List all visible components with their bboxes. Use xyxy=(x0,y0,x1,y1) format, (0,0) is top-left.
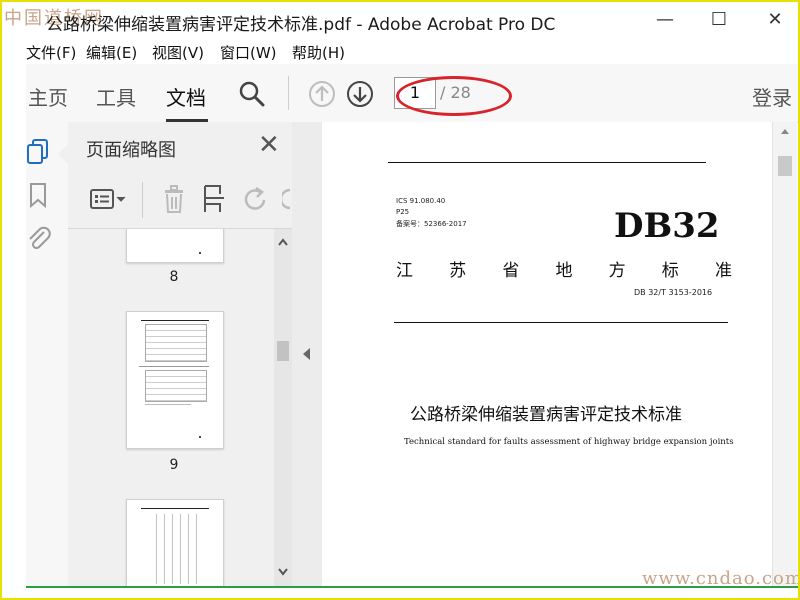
menu-window[interactable]: 窗口(W) xyxy=(220,42,277,63)
app-window: 中国道桥网 公路桥梁伸缩装置病害评定技术标准.pdf - Adobe Acrob… xyxy=(0,0,800,600)
thumbnail-scrollbar[interactable] xyxy=(274,229,292,588)
panel-title: 页面缩略图 xyxy=(86,140,176,161)
next-page-icon[interactable] xyxy=(346,80,374,108)
close-window-button[interactable]: ✕ xyxy=(752,6,798,32)
login-button[interactable]: 登录 xyxy=(752,82,792,111)
rotate-icon[interactable] xyxy=(242,186,272,214)
thumbnail-panel: 页面缩略图 ✕ 8 9 xyxy=(58,122,293,588)
bookmark-icon[interactable] xyxy=(28,182,50,210)
more-tools-icon[interactable] xyxy=(282,186,292,214)
menu-edit[interactable]: 编辑(E) xyxy=(86,42,137,63)
main-toolbar: 主页 工具 文档 1 / 28 登录 xyxy=(26,64,798,123)
options-menu-icon[interactable] xyxy=(90,188,130,212)
thumbnail-label-8: 8 xyxy=(169,269,179,285)
doc-scroll-up-icon[interactable] xyxy=(779,126,791,136)
document-page: ICS 91.080.40 P25 备案号：52366-2017 DB32 江 … xyxy=(322,122,772,588)
minimize-button[interactable]: — xyxy=(642,6,688,32)
thumbnail-page-8[interactable] xyxy=(126,229,224,263)
page-thumbnails-icon[interactable] xyxy=(26,138,50,166)
region-char: 苏 xyxy=(449,261,467,281)
extract-pages-icon[interactable] xyxy=(202,184,228,214)
thumbnail-page-10[interactable] xyxy=(126,499,224,588)
collapse-arrow-icon[interactable] xyxy=(300,346,312,362)
thumbnail-label-9: 9 xyxy=(169,457,179,473)
scroll-down-icon[interactable] xyxy=(277,567,289,577)
doc-scroll-thumb[interactable] xyxy=(778,156,792,176)
watermark-bottom: www.cndao.com xyxy=(642,568,800,589)
region-char: 地 xyxy=(555,261,573,281)
title-bar: 中国道桥网 公路桥梁伸缩装置病害评定技术标准.pdf - Adobe Acrob… xyxy=(2,2,798,38)
toolbar-separator xyxy=(288,76,289,110)
tab-document[interactable]: 文档 xyxy=(166,82,206,111)
window-title: 公路桥梁伸缩装置病害评定技术标准.pdf - Adobe Acrobat Pro… xyxy=(46,15,556,35)
p-code: P25 xyxy=(396,208,410,216)
menu-view[interactable]: 视图(V) xyxy=(152,42,204,63)
panel-pointer xyxy=(58,144,68,164)
region-char: 方 xyxy=(608,261,626,281)
left-rail xyxy=(26,122,69,588)
ics-code: ICS 91.080.40 xyxy=(396,197,446,205)
tab-tools[interactable]: 工具 xyxy=(96,82,136,111)
menu-file[interactable]: 文件(F) xyxy=(26,42,76,63)
thumbnail-page-9[interactable] xyxy=(126,311,224,449)
scroll-up-icon[interactable] xyxy=(277,237,289,247)
menu-bar: 文件(F) 编辑(E) 视图(V) 窗口(W) 帮助(H) xyxy=(2,38,798,64)
search-icon[interactable] xyxy=(238,80,266,108)
region-char: 标 xyxy=(661,261,679,281)
thumbnail-scroll-thumb[interactable] xyxy=(277,341,289,361)
document-scrollbar[interactable] xyxy=(772,122,797,588)
header-rule xyxy=(388,162,706,163)
standard-code: DB32 xyxy=(614,206,720,246)
previous-page-icon[interactable] xyxy=(308,80,336,108)
tab-home[interactable]: 主页 xyxy=(28,82,68,111)
close-icon: ✕ xyxy=(767,8,783,30)
standard-number: DB 32/T 3153-2016 xyxy=(634,288,713,297)
region-char: 准 xyxy=(714,261,732,281)
thumbnail-toolbar xyxy=(68,170,292,229)
delete-icon[interactable] xyxy=(162,184,186,214)
toolbar-separator xyxy=(142,182,143,218)
region-heading: 江 苏 省 地 方 标 准 xyxy=(396,256,732,281)
region-char: 省 xyxy=(502,261,520,281)
panel-collapse-strip[interactable] xyxy=(292,122,323,588)
document-title-en: Technical standard for faults assessment… xyxy=(404,437,734,447)
region-char: 江 xyxy=(396,261,413,281)
menu-help[interactable]: 帮助(H) xyxy=(292,42,345,63)
filing-number: 备案号：52366-2017 xyxy=(396,220,467,228)
minimize-icon: — xyxy=(656,8,674,30)
highlight-ellipse xyxy=(396,76,512,116)
maximize-button[interactable]: ☐ xyxy=(696,6,742,32)
attachment-icon[interactable] xyxy=(26,224,52,252)
maximize-icon: ☐ xyxy=(710,8,728,30)
thumbnail-list: 8 9 xyxy=(68,229,274,588)
document-title-cn: 公路桥梁伸缩装置病害评定技术标准 xyxy=(410,405,682,425)
close-panel-button[interactable]: ✕ xyxy=(258,130,280,160)
divider-rule xyxy=(394,322,728,323)
